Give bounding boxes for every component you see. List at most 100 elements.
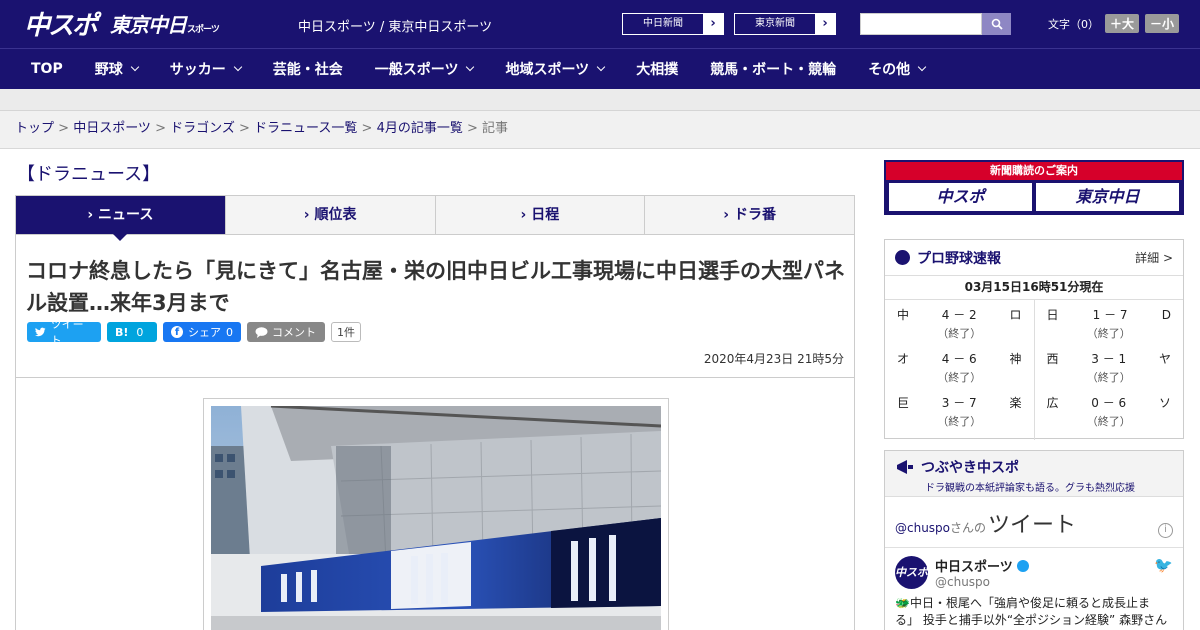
nav-item[interactable]: 芸能・社会 [273,59,343,79]
article-photo[interactable] [211,406,661,630]
tweet-button[interactable]: ツイート [27,318,101,347]
news-tabs: › ニュース › 順位表 › 日程 › ドラ番 [15,195,855,241]
hatena-bookmark-button[interactable]: B! 0 [107,322,157,342]
game-score: 3 － 7 [941,396,977,410]
subscription-label: 新聞購読のご案内 [886,162,1182,180]
handle-suffix: さんの [950,521,987,535]
tab-label: ニュース [98,207,154,223]
chevron-right-icon: › [703,14,723,34]
section-title: 【ドラニュース】 [17,164,161,185]
chevron-right-icon: › [815,14,835,34]
tokyo-shimbun-label: 東京新聞 [755,18,795,29]
game-home: 巨 [897,396,910,410]
game-away: ソ [1158,396,1171,410]
nav-item[interactable]: 地域スポーツ [505,59,606,79]
games-column: 日 1 － 7 D （終了） 西 3 － 1 ヤ （終了） 広 0 － 6 ソ （終了） [1035,300,1184,440]
game-status: （終了） [937,371,982,384]
tab-item[interactable]: › 順位表 [226,196,436,234]
nav-item-label: 競馬・ボート・競輪 [710,62,837,78]
breadcrumb-separator: > [462,121,483,136]
subscription-banner[interactable]: 新聞購読のご案内 中スポ 東京中日 [884,160,1184,215]
search-button[interactable] [982,13,1011,35]
breadcrumb-item[interactable]: 中日スポーツ [73,121,151,136]
chunichi-shimbun-button[interactable]: 中日新聞 › [622,13,724,35]
comment-count[interactable]: 1件 [331,322,361,342]
font-smaller-button[interactable]: －小 [1145,14,1180,33]
article: コロナ終息したら「見にきて」名古屋・栄の旧中日ビル工事現場に中日選手の大型パネル… [15,235,855,630]
game-away: ヤ [1158,352,1171,366]
tweet-user-handle[interactable]: @chuspo [935,575,1029,589]
game-score[interactable]: 巨 3 － 7 楽 （終了） [897,392,1022,436]
breadcrumb-item[interactable]: 4月の記事一覧 [377,121,463,136]
chevron-down-icon [466,62,475,72]
nav-item[interactable]: 競馬・ボート・競輪 [710,59,836,79]
breadcrumb-item[interactable]: ドラニュース一覧 [254,121,357,136]
game-score: 4 － 2 [941,308,977,322]
nav-item-label: その他 [868,62,911,78]
chevron-right-icon: › [303,207,315,223]
avatar[interactable]: 中スポ [895,556,928,589]
tab-item[interactable]: › 日程 [436,196,646,234]
game-score: 1 － 7 [1092,308,1128,322]
chevron-right-icon: › [723,207,734,223]
nav-item-label: 地域スポーツ [505,62,590,78]
facebook-share-button[interactable]: f シェア 0 [163,322,241,342]
hatena-count: 0 [136,325,144,339]
chevron-right-icon: › [87,207,99,223]
game-away: 楽 [1009,396,1022,410]
tweet-label: ツイート [50,318,84,347]
nav-item-label: TOP [31,61,63,77]
logo-sub: 東京中日スポーツ [110,9,220,38]
breadcrumb-item[interactable]: ドラゴンズ [170,121,235,136]
font-bigger-button[interactable]: ＋大 [1105,14,1140,33]
comment-button[interactable]: コメント [247,322,325,342]
article-photo-frame [203,398,669,630]
tab-item[interactable]: › ニュース [16,196,226,241]
nav-item[interactable]: 一般スポーツ [375,59,475,79]
tweet-user-name[interactable]: 中日スポーツ [935,560,1013,575]
breadcrumb-separator: > [357,121,377,136]
breadcrumb-item[interactable]: トップ [15,121,54,136]
nav-item[interactable]: TOP [31,61,63,77]
game-away: 神 [1009,352,1022,366]
tweet-text: 🐲中日・根尾へ「強肩や俊足に頼ると成長止まる」 投手と捕手以外“全ポジション経験… [895,596,1168,627]
tokyo-chunichi-subscribe-button[interactable]: 東京中日 [1036,183,1179,211]
search-input[interactable] [860,13,982,35]
game-score: 4 － 6 [941,352,977,366]
twitter-bird-icon[interactable]: 🐦 [1154,556,1173,589]
nav-item[interactable]: 大相撲 [636,59,678,79]
chevron-down-icon [233,62,242,72]
chuspo-subscribe-button[interactable]: 中スポ [889,183,1032,211]
facebook-icon: f [171,326,183,338]
nav-item[interactable]: その他 [868,59,927,79]
game-status: （終了） [1086,371,1131,384]
site-logo[interactable]: 中スポ 東京中日スポーツ [24,8,220,41]
breadcrumb-separator: > [54,121,74,136]
game-status: （終了） [937,327,982,340]
game-status: （終了） [937,415,982,428]
tab-item[interactable]: › ドラ番 [645,196,854,234]
chevron-down-icon [596,62,606,72]
scores-timestamp: 03月15日16時51分現在 [885,276,1183,300]
game-status: （終了） [1086,327,1131,340]
game-score[interactable]: オ 4 － 6 神 （終了） [897,348,1022,392]
nav-item[interactable]: サッカー [170,59,242,79]
game-score[interactable]: 広 0 － 6 ソ （終了） [1047,392,1172,436]
game-score[interactable]: 日 1 － 7 D （終了） [1047,304,1172,348]
site-links[interactable]: 中日スポーツ / 東京中日スポーツ [298,16,492,35]
article-date: 2020年4月23日 21時5分 [703,352,844,366]
game-away: ロ [1009,308,1022,322]
nav-item[interactable]: 野球 [95,59,139,79]
info-icon[interactable]: i [1158,523,1173,538]
divider [16,377,854,378]
breadcrumb: トップ > 中日スポーツ > ドラゴンズ > ドラニュース一覧 > 4月の記事一… [0,111,1200,149]
game-score[interactable]: 中 4 － 2 ロ （終了） [897,304,1022,348]
twitter-handle-link[interactable]: @chuspo [895,521,950,535]
scores-details-link[interactable]: 詳細 > [1135,249,1173,266]
tweets-title: つぶやき中スポ [921,460,1019,476]
font-size-label: 文字（0） [1048,17,1099,31]
ad-strip [0,89,1200,111]
top-header: 中スポ 東京中日スポーツ 中日スポーツ / 東京中日スポーツ 中日新聞 › 東京… [0,0,1200,48]
tokyo-shimbun-button[interactable]: 東京新聞 › [734,13,836,35]
game-score[interactable]: 西 3 － 1 ヤ （終了） [1047,348,1172,392]
